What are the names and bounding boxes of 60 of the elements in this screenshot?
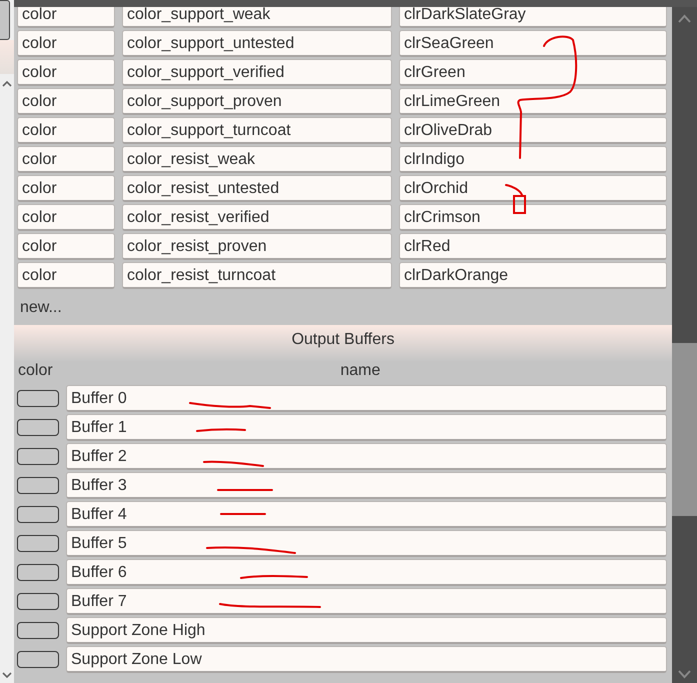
scrollbar[interactable]	[672, 0, 697, 683]
name-field[interactable]: Buffer 3	[66, 472, 667, 499]
text-field[interactable]: clrDarkOrange	[399, 262, 667, 289]
text-field[interactable]: clrCrimson	[399, 204, 667, 231]
text-field[interactable]: color	[17, 30, 115, 57]
color-button[interactable]	[17, 593, 59, 610]
text-field[interactable]: color	[17, 262, 115, 289]
text-field[interactable]: clrDarkSlateGray	[399, 7, 667, 28]
column-header: name	[340, 362, 380, 379]
new-link[interactable]: new...	[20, 299, 62, 316]
column-header: color	[18, 362, 53, 381]
color-button[interactable]	[17, 419, 59, 436]
text-field[interactable]: clrOrchid	[399, 175, 667, 202]
color-button[interactable]	[17, 535, 59, 552]
text-field[interactable]: color	[17, 204, 115, 231]
color-button[interactable]	[17, 651, 59, 668]
scrollbar-thumb[interactable]	[672, 343, 697, 516]
text-field[interactable]: color_resist_weak	[122, 146, 392, 173]
text-field[interactable]: color	[17, 117, 115, 144]
name-field[interactable]: Buffer 2	[66, 443, 667, 470]
name-field[interactable]: Buffer 4	[66, 501, 667, 528]
text-field[interactable]: color_resist_untested	[122, 175, 392, 202]
name-field[interactable]: Buffer 7	[66, 588, 667, 615]
text-field[interactable]: color_support_weak	[122, 7, 392, 28]
text-field[interactable]: clrGreen	[399, 59, 667, 86]
text-field[interactable]: color_resist_verified	[122, 204, 392, 231]
text-field[interactable]: clrOliveDrab	[399, 117, 667, 144]
text-field[interactable]: clrLimeGreen	[399, 88, 667, 115]
text-field[interactable]: clrSeaGreen	[399, 30, 667, 57]
color-button[interactable]	[17, 477, 59, 494]
name-field[interactable]: Support Zone High	[66, 617, 667, 644]
text-field[interactable]: color	[17, 146, 115, 173]
text-field[interactable]: color_support_proven	[122, 88, 392, 115]
name-field[interactable]: Buffer 1	[66, 414, 667, 441]
name-field[interactable]: Buffer 5	[66, 530, 667, 557]
text-field[interactable]: color	[17, 88, 115, 115]
text-field[interactable]: color_support_turncoat	[122, 117, 392, 144]
name-field[interactable]: Support Zone Low	[66, 646, 667, 673]
text-field[interactable]: color_support_untested	[122, 30, 392, 57]
color-button[interactable]	[17, 506, 59, 523]
text-field[interactable]: clrIndigo	[399, 146, 667, 173]
chevron-up-icon[interactable]	[2, 80, 12, 87]
name-field[interactable]: Buffer 6	[66, 559, 667, 586]
side-panel	[0, 40, 14, 74]
color-button[interactable]	[17, 622, 59, 639]
chevron-down-icon[interactable]	[2, 672, 12, 679]
text-field[interactable]: color	[17, 59, 115, 86]
text-field[interactable]: color	[17, 7, 115, 28]
text-field[interactable]: color_resist_proven	[122, 233, 392, 260]
text-field[interactable]: clrRed	[399, 233, 667, 260]
color-button[interactable]	[17, 564, 59, 581]
color-button[interactable]	[17, 448, 59, 465]
text-field[interactable]: color_resist_turncoat	[122, 262, 392, 289]
name-field[interactable]: Buffer 0	[66, 385, 667, 412]
text-field[interactable]: color	[17, 233, 115, 260]
text-field[interactable]: color	[17, 175, 115, 202]
color-button[interactable]	[17, 390, 59, 407]
section-title: Output Buffers	[292, 331, 394, 348]
text-field[interactable]: color_support_verified	[122, 59, 392, 86]
side-button[interactable]	[0, 0, 10, 40]
